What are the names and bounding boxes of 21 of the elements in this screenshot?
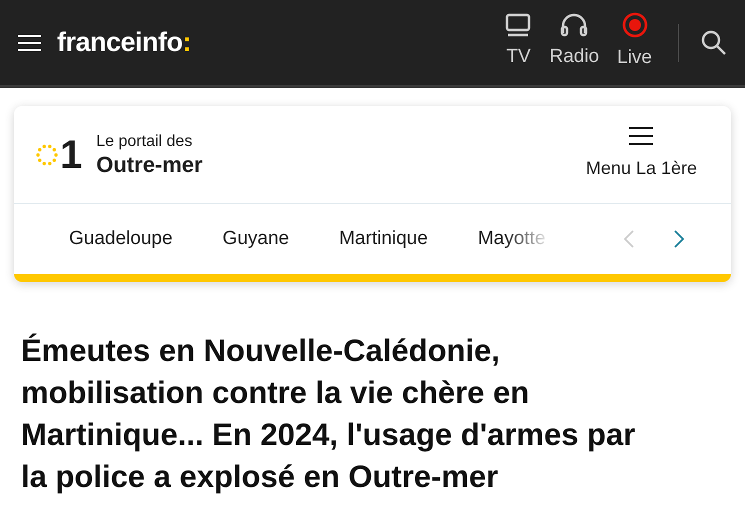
- search-icon[interactable]: [701, 30, 727, 56]
- portal-name: Outre-mer: [96, 152, 203, 178]
- region-tab[interactable]: Guadeloupe: [69, 224, 173, 254]
- tv-icon: [505, 13, 532, 38]
- logo-digit: 1: [60, 134, 82, 174]
- region-tab[interactable]: Martinique: [339, 224, 428, 254]
- headphones-icon: [560, 13, 588, 38]
- portal-tagline: Le portail des: [96, 132, 194, 152]
- logo-text[interactable]: franceinfo: [57, 22, 183, 63]
- nav-link[interactable]: Radio: [549, 13, 600, 72]
- menu-button[interactable]: Menu La 1ère: [586, 127, 697, 182]
- nav-link[interactable]: Live: [617, 12, 652, 73]
- dotted-circle-icon: [36, 144, 58, 166]
- region-tab[interactable]: Guyane: [222, 224, 290, 254]
- live-icon: [622, 12, 648, 38]
- menu-icon[interactable]: [18, 34, 41, 50]
- article-headline: Émeutes en Nouvelle-Calédonie, mobilisation contre la vie chère en Martinique... En 2024, l'usage d'armes par la police a explosé en Outre-mer: [21, 332, 636, 496]
- nav-link[interactable]: TV: [505, 13, 532, 72]
- menu-icon: [629, 127, 654, 145]
- chevron-right-icon[interactable]: [673, 229, 685, 249]
- logo-colon: :: [182, 26, 192, 60]
